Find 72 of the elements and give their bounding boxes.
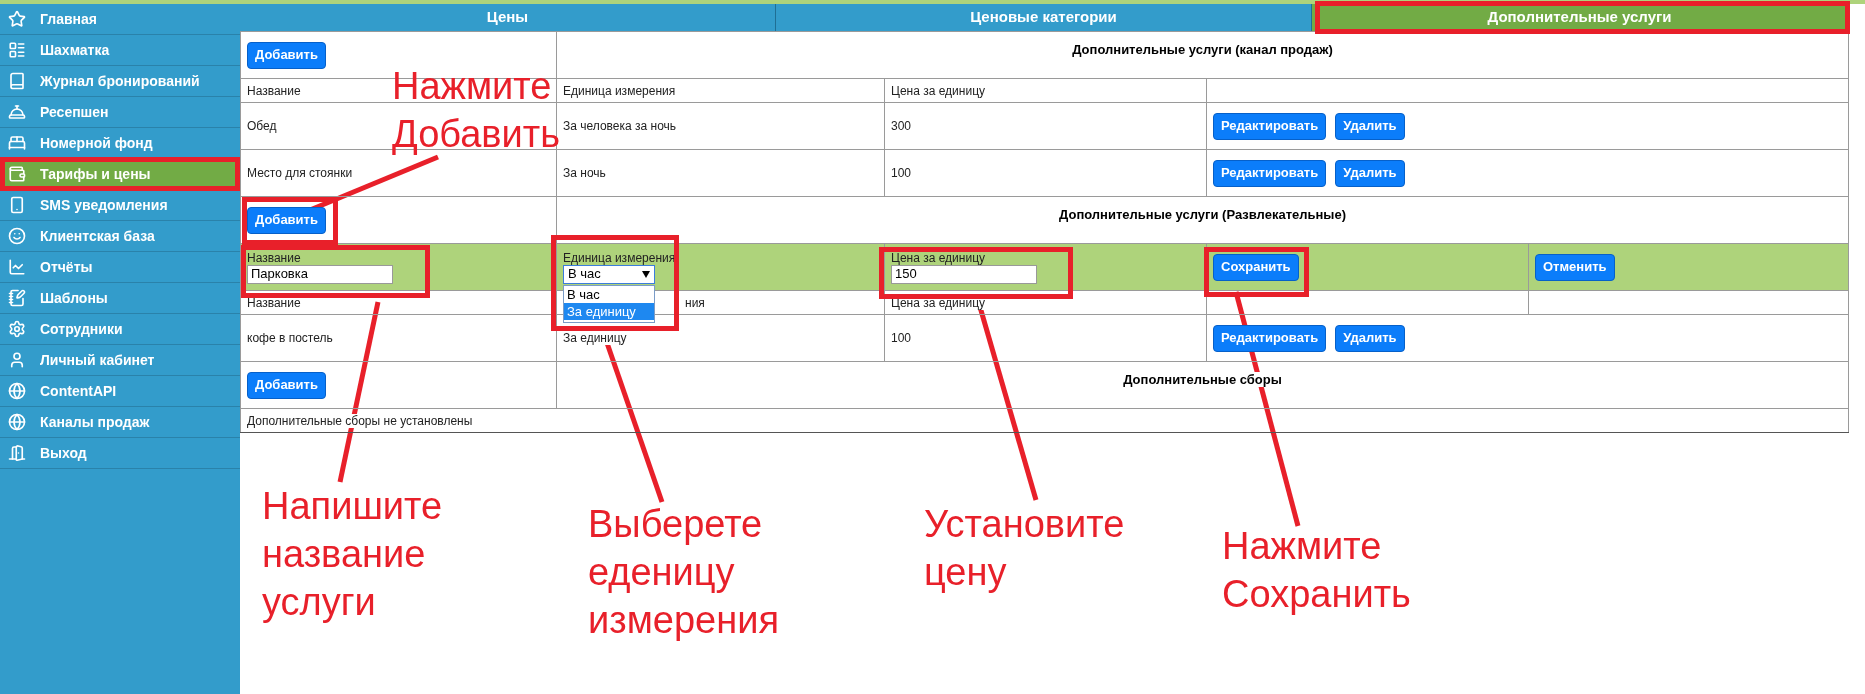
sidebar-item[interactable]: Ресепшен [0, 97, 240, 128]
sidebar-item[interactable]: Журнал бронирований [0, 66, 240, 97]
section-title: Дополнительные услуги (канал продаж) [1072, 42, 1333, 57]
sidebar-item[interactable]: Отчёты [0, 252, 240, 283]
callout-text: Выберете еденицу измерения [588, 502, 779, 643]
table-cell: За ночь [563, 166, 606, 180]
add-button[interactable]: Добавить [247, 206, 326, 234]
sidebar-item[interactable]: Сотрудники [0, 314, 240, 345]
table-cell: 100 [891, 166, 912, 180]
edit-button[interactable]: Редактировать [1213, 159, 1327, 187]
sidebar-item[interactable]: Клиентская база [0, 221, 240, 252]
dropdown[interactable]: В час [563, 264, 655, 284]
bed-icon [8, 134, 26, 152]
chart-icon [8, 258, 26, 276]
section-title: Дополнительные услуги (Развлекательные) [1059, 207, 1346, 222]
sidebar-item[interactable]: Шахматка [0, 35, 240, 66]
door-icon [8, 444, 26, 462]
sidebar-item[interactable]: Личный кабинет [0, 345, 240, 376]
table-cell: 300 [891, 119, 912, 133]
dropdown-option[interactable]: В час [564, 285, 654, 303]
face-icon [8, 227, 26, 245]
input-field[interactable]: Парковка [247, 264, 393, 284]
column-header: Название [247, 83, 301, 98]
globe-icon [8, 382, 26, 400]
notebook-icon [8, 289, 26, 307]
table-cell: За единицу [563, 331, 627, 345]
column-header: Единица измерения [563, 83, 676, 98]
table-cell: За человека за ночь [563, 119, 677, 133]
column-header: Цена за единицу [891, 83, 985, 98]
input-field[interactable]: 150 [891, 264, 1037, 284]
bell-icon [8, 103, 26, 121]
callout-text: Нажмите Сохранить [1222, 524, 1411, 617]
delete-button[interactable]: Удалить [1335, 324, 1405, 352]
callout-text: Установите цену [924, 502, 1125, 595]
edit-button[interactable]: Редактировать [1213, 324, 1327, 352]
empty-message: Дополнительные сборы не установлены [247, 413, 473, 428]
tab[interactable]: Ценовые категории [776, 4, 1312, 31]
sidebar-item[interactable]: Номерной фонд [0, 128, 240, 159]
sidebar-item[interactable]: Шаблоны [0, 283, 240, 314]
table-cell: кофе в постель [247, 331, 333, 345]
table-cell: Обед [247, 119, 277, 133]
settings-icon [8, 320, 26, 338]
table-cell: Место для стоянки [247, 166, 353, 180]
delete-button[interactable]: Удалить [1335, 112, 1405, 140]
list-icon [8, 41, 26, 59]
table-cell: 100 [891, 331, 912, 345]
callout-text: Нажмите Добавить [392, 64, 560, 157]
sidebar-item[interactable]: Выход [0, 438, 240, 469]
field-label: Название [247, 250, 302, 265]
cancel-button[interactable]: Отменить [1535, 253, 1615, 281]
purse-icon [8, 165, 26, 183]
add-button[interactable]: Добавить [247, 371, 326, 399]
phone-icon [8, 196, 26, 214]
save-button[interactable]: Сохранить [1213, 253, 1299, 281]
dropdown-option[interactable]: За единицу [564, 302, 654, 320]
add-button[interactable]: Добавить [247, 41, 326, 69]
sidebar-item[interactable]: Главная [0, 4, 240, 35]
callout-text: Напишите название услуги [262, 484, 443, 625]
sidebar-item[interactable]: ContentAPI [0, 376, 240, 407]
tab[interactable]: Цены [240, 4, 776, 31]
section-title: Дополнительные сборы [1123, 372, 1282, 387]
field-label: Единица измерения [563, 250, 677, 265]
delete-button[interactable]: Удалить [1335, 159, 1405, 187]
field-label: Цена за единицу [891, 250, 986, 265]
user-icon [8, 351, 26, 369]
sidebar-item[interactable]: Каналы продаж [0, 407, 240, 438]
caret-icon [642, 270, 650, 278]
sidebar-item[interactable]: SMS уведомления [0, 190, 240, 221]
book-icon [8, 72, 26, 90]
edit-button[interactable]: Редактировать [1213, 112, 1327, 140]
globe-icon [8, 413, 26, 431]
star-icon [8, 10, 26, 28]
